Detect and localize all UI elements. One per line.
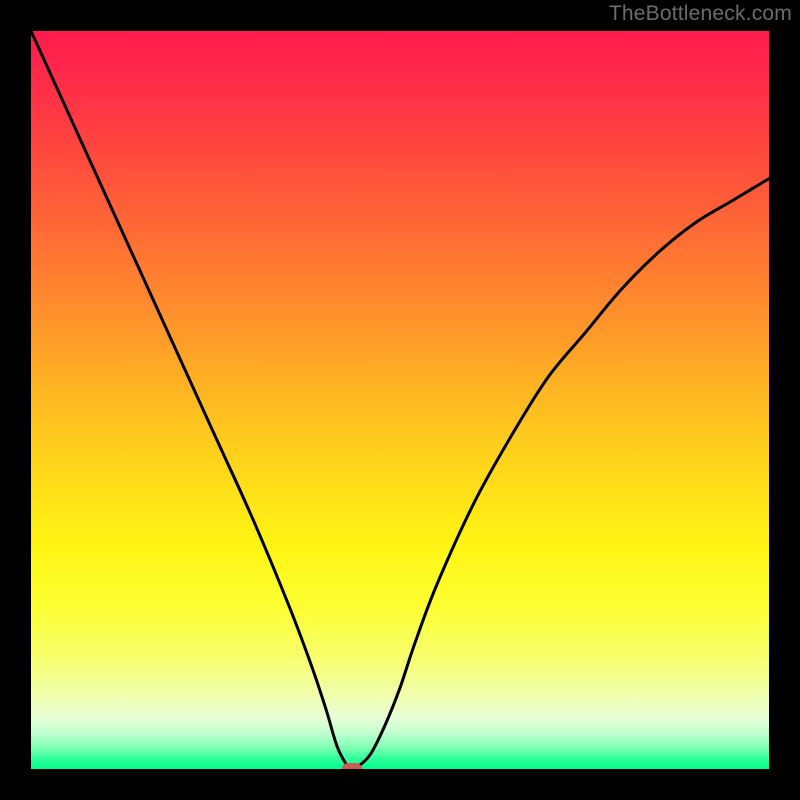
plot-area	[31, 31, 769, 769]
chart-frame: TheBottleneck.com	[0, 0, 800, 800]
watermark-text: TheBottleneck.com	[609, 2, 792, 26]
optimal-point-marker	[342, 763, 362, 769]
bottleneck-curve	[31, 31, 769, 769]
